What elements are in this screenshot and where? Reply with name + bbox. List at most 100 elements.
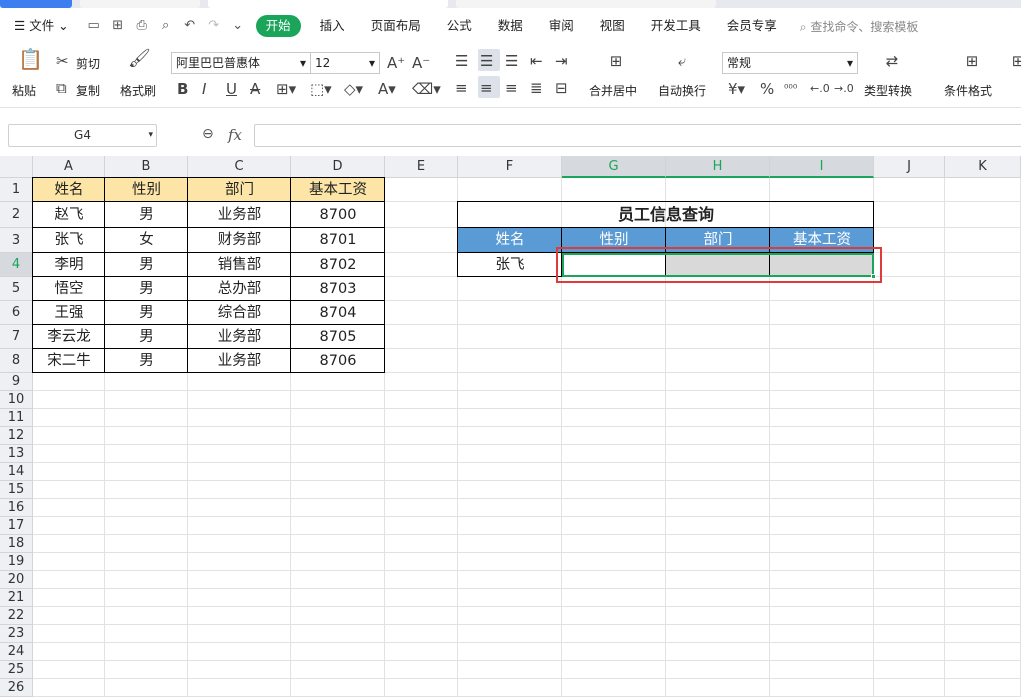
zoom-search-icon[interactable]: ⊖ — [202, 126, 214, 142]
type-convert-icon[interactable]: ⇄ — [880, 52, 904, 70]
tab-page-layout[interactable]: 页面布局 — [358, 15, 434, 37]
row-header-14[interactable]: 14 — [0, 463, 33, 481]
currency-icon[interactable]: ¥▾ — [728, 80, 745, 98]
merge-center-icon[interactable]: ⊞ — [604, 52, 628, 70]
employee-data-cell[interactable]: 男 — [105, 253, 188, 277]
clear-icon[interactable]: ⌫▾ — [412, 80, 441, 98]
row-header-4[interactable]: 4 — [0, 253, 33, 277]
row-header-22[interactable]: 22 — [0, 607, 33, 625]
row-header-17[interactable]: 17 — [0, 517, 33, 535]
row-header-10[interactable]: 10 — [0, 391, 33, 409]
fill-color-icon[interactable]: ⬚▾ — [310, 80, 332, 98]
lookup-header-cell[interactable]: 姓名 — [458, 228, 562, 253]
column-header-a[interactable]: A — [33, 156, 105, 178]
employee-data-cell[interactable]: 业务部 — [188, 349, 291, 373]
file-menu[interactable]: ☰ 文件 ⌄ — [0, 15, 82, 37]
employee-data-cell[interactable]: 8702 — [291, 253, 385, 277]
row-header-26[interactable]: 26 — [0, 679, 33, 697]
employee-data-cell[interactable]: 8701 — [291, 228, 385, 253]
employee-data-cell[interactable]: 8705 — [291, 325, 385, 349]
tab-review[interactable]: 审阅 — [536, 15, 587, 37]
row-header-6[interactable]: 6 — [0, 301, 33, 325]
employee-data-cell[interactable]: 综合部 — [188, 301, 291, 325]
row-header-15[interactable]: 15 — [0, 481, 33, 499]
command-search[interactable]: ⌕ 查找命令、搜索模板 — [800, 18, 919, 35]
undo-icon[interactable]: ↶ — [182, 18, 198, 34]
format-painter-button[interactable]: 格式刷 — [120, 82, 156, 99]
column-header-j[interactable]: J — [874, 156, 945, 178]
indent-decrease-icon[interactable]: ⇤ — [530, 52, 543, 70]
tab-doc-1[interactable] — [80, 0, 200, 8]
employee-data-cell[interactable]: 李云龙 — [33, 325, 105, 349]
text-color-icon[interactable]: A▾ — [378, 80, 396, 98]
employee-data-cell[interactable]: 女 — [105, 228, 188, 253]
column-header-d[interactable]: D — [291, 156, 385, 178]
employee-data-cell[interactable]: 男 — [105, 202, 188, 228]
column-header-h[interactable]: H — [666, 156, 770, 178]
formula-input[interactable] — [254, 124, 1021, 147]
select-all-corner[interactable] — [0, 156, 33, 178]
employee-data-cell[interactable]: 王强 — [33, 301, 105, 325]
row-header-25[interactable]: 25 — [0, 661, 33, 679]
row-header-8[interactable]: 8 — [0, 349, 33, 373]
tab-home-ribbon[interactable]: 开始 — [255, 15, 301, 37]
employee-data-cell[interactable]: 赵飞 — [33, 202, 105, 228]
employee-data-cell[interactable]: 张飞 — [33, 228, 105, 253]
name-box[interactable]: G4 ▾ — [8, 124, 157, 147]
align-bottom-icon[interactable]: ☰ — [505, 52, 518, 70]
tab-insert[interactable]: 插入 — [307, 15, 358, 37]
row-header-16[interactable]: 16 — [0, 499, 33, 517]
italic-icon[interactable]: I — [202, 80, 206, 98]
row-header-7[interactable]: 7 — [0, 325, 33, 349]
align-center-icon[interactable]: ≡ — [480, 79, 493, 97]
fx-icon[interactable]: fx — [228, 126, 242, 144]
copy-button[interactable]: 复制 — [76, 82, 100, 99]
align-right-icon[interactable]: ≡ — [505, 79, 518, 97]
row-header-3[interactable]: 3 — [0, 228, 33, 253]
row-header-11[interactable]: 11 — [0, 409, 33, 427]
employee-data-cell[interactable]: 财务部 — [188, 228, 291, 253]
column-header-e[interactable]: E — [385, 156, 458, 178]
column-header-i[interactable]: I — [770, 156, 874, 178]
employee-data-cell[interactable]: 男 — [105, 301, 188, 325]
align-top-icon[interactable]: ☰ — [455, 52, 468, 70]
align-middle-icon[interactable]: ☰ — [480, 52, 493, 70]
employee-header-cell[interactable]: 姓名 — [33, 178, 105, 202]
employee-data-cell[interactable]: 业务部 — [188, 325, 291, 349]
employee-data-cell[interactable]: 总办部 — [188, 277, 291, 301]
employee-data-cell[interactable]: 宋二牛 — [33, 349, 105, 373]
paste-icon[interactable]: 📋 — [18, 49, 43, 76]
tab-developer[interactable]: 开发工具 — [638, 15, 714, 37]
row-header-24[interactable]: 24 — [0, 643, 33, 661]
employee-data-cell[interactable]: 李明 — [33, 253, 105, 277]
employee-data-cell[interactable]: 悟空 — [33, 277, 105, 301]
customize-chevron-icon[interactable]: ⌄ — [230, 18, 246, 34]
font-color-icon[interactable]: ◇▾ — [344, 80, 363, 98]
print-icon[interactable]: ⎙ — [134, 18, 150, 34]
increase-font-icon[interactable]: A⁺ — [387, 54, 405, 72]
column-header-b[interactable]: B — [105, 156, 188, 178]
distribute-icon[interactable]: ⊟ — [555, 79, 568, 97]
justify-icon[interactable]: ≣ — [530, 79, 543, 97]
type-convert-button[interactable]: 类型转换 — [864, 82, 912, 99]
employee-header-cell[interactable]: 基本工资 — [291, 178, 385, 202]
thousands-icon[interactable]: ⁰⁰⁰ — [784, 80, 797, 98]
border-icon[interactable]: ⊞▾ — [276, 80, 296, 98]
bold-icon[interactable]: B — [177, 80, 188, 98]
row-header-13[interactable]: 13 — [0, 445, 33, 463]
tab-data[interactable]: 数据 — [485, 15, 536, 37]
column-header-f[interactable]: F — [458, 156, 562, 178]
tab-home[interactable] — [0, 0, 72, 8]
employee-header-cell[interactable]: 部门 — [188, 178, 291, 202]
merge-center-button[interactable]: 合并居中 — [589, 82, 637, 99]
tab-member[interactable]: 会员专享 — [714, 15, 790, 37]
employee-data-cell[interactable]: 8704 — [291, 301, 385, 325]
save-icon[interactable]: ▭ — [86, 18, 102, 34]
wrap-text-icon[interactable]: ⤶ — [670, 52, 694, 70]
employee-data-cell[interactable]: 业务部 — [188, 202, 291, 228]
employee-data-cell[interactable]: 8700 — [291, 202, 385, 228]
row-header-12[interactable]: 12 — [0, 427, 33, 445]
column-header-k[interactable]: K — [945, 156, 1021, 178]
number-format-select[interactable]: 常规 ▾ — [722, 52, 858, 74]
copy-icon[interactable]: ⧉ — [56, 79, 67, 97]
